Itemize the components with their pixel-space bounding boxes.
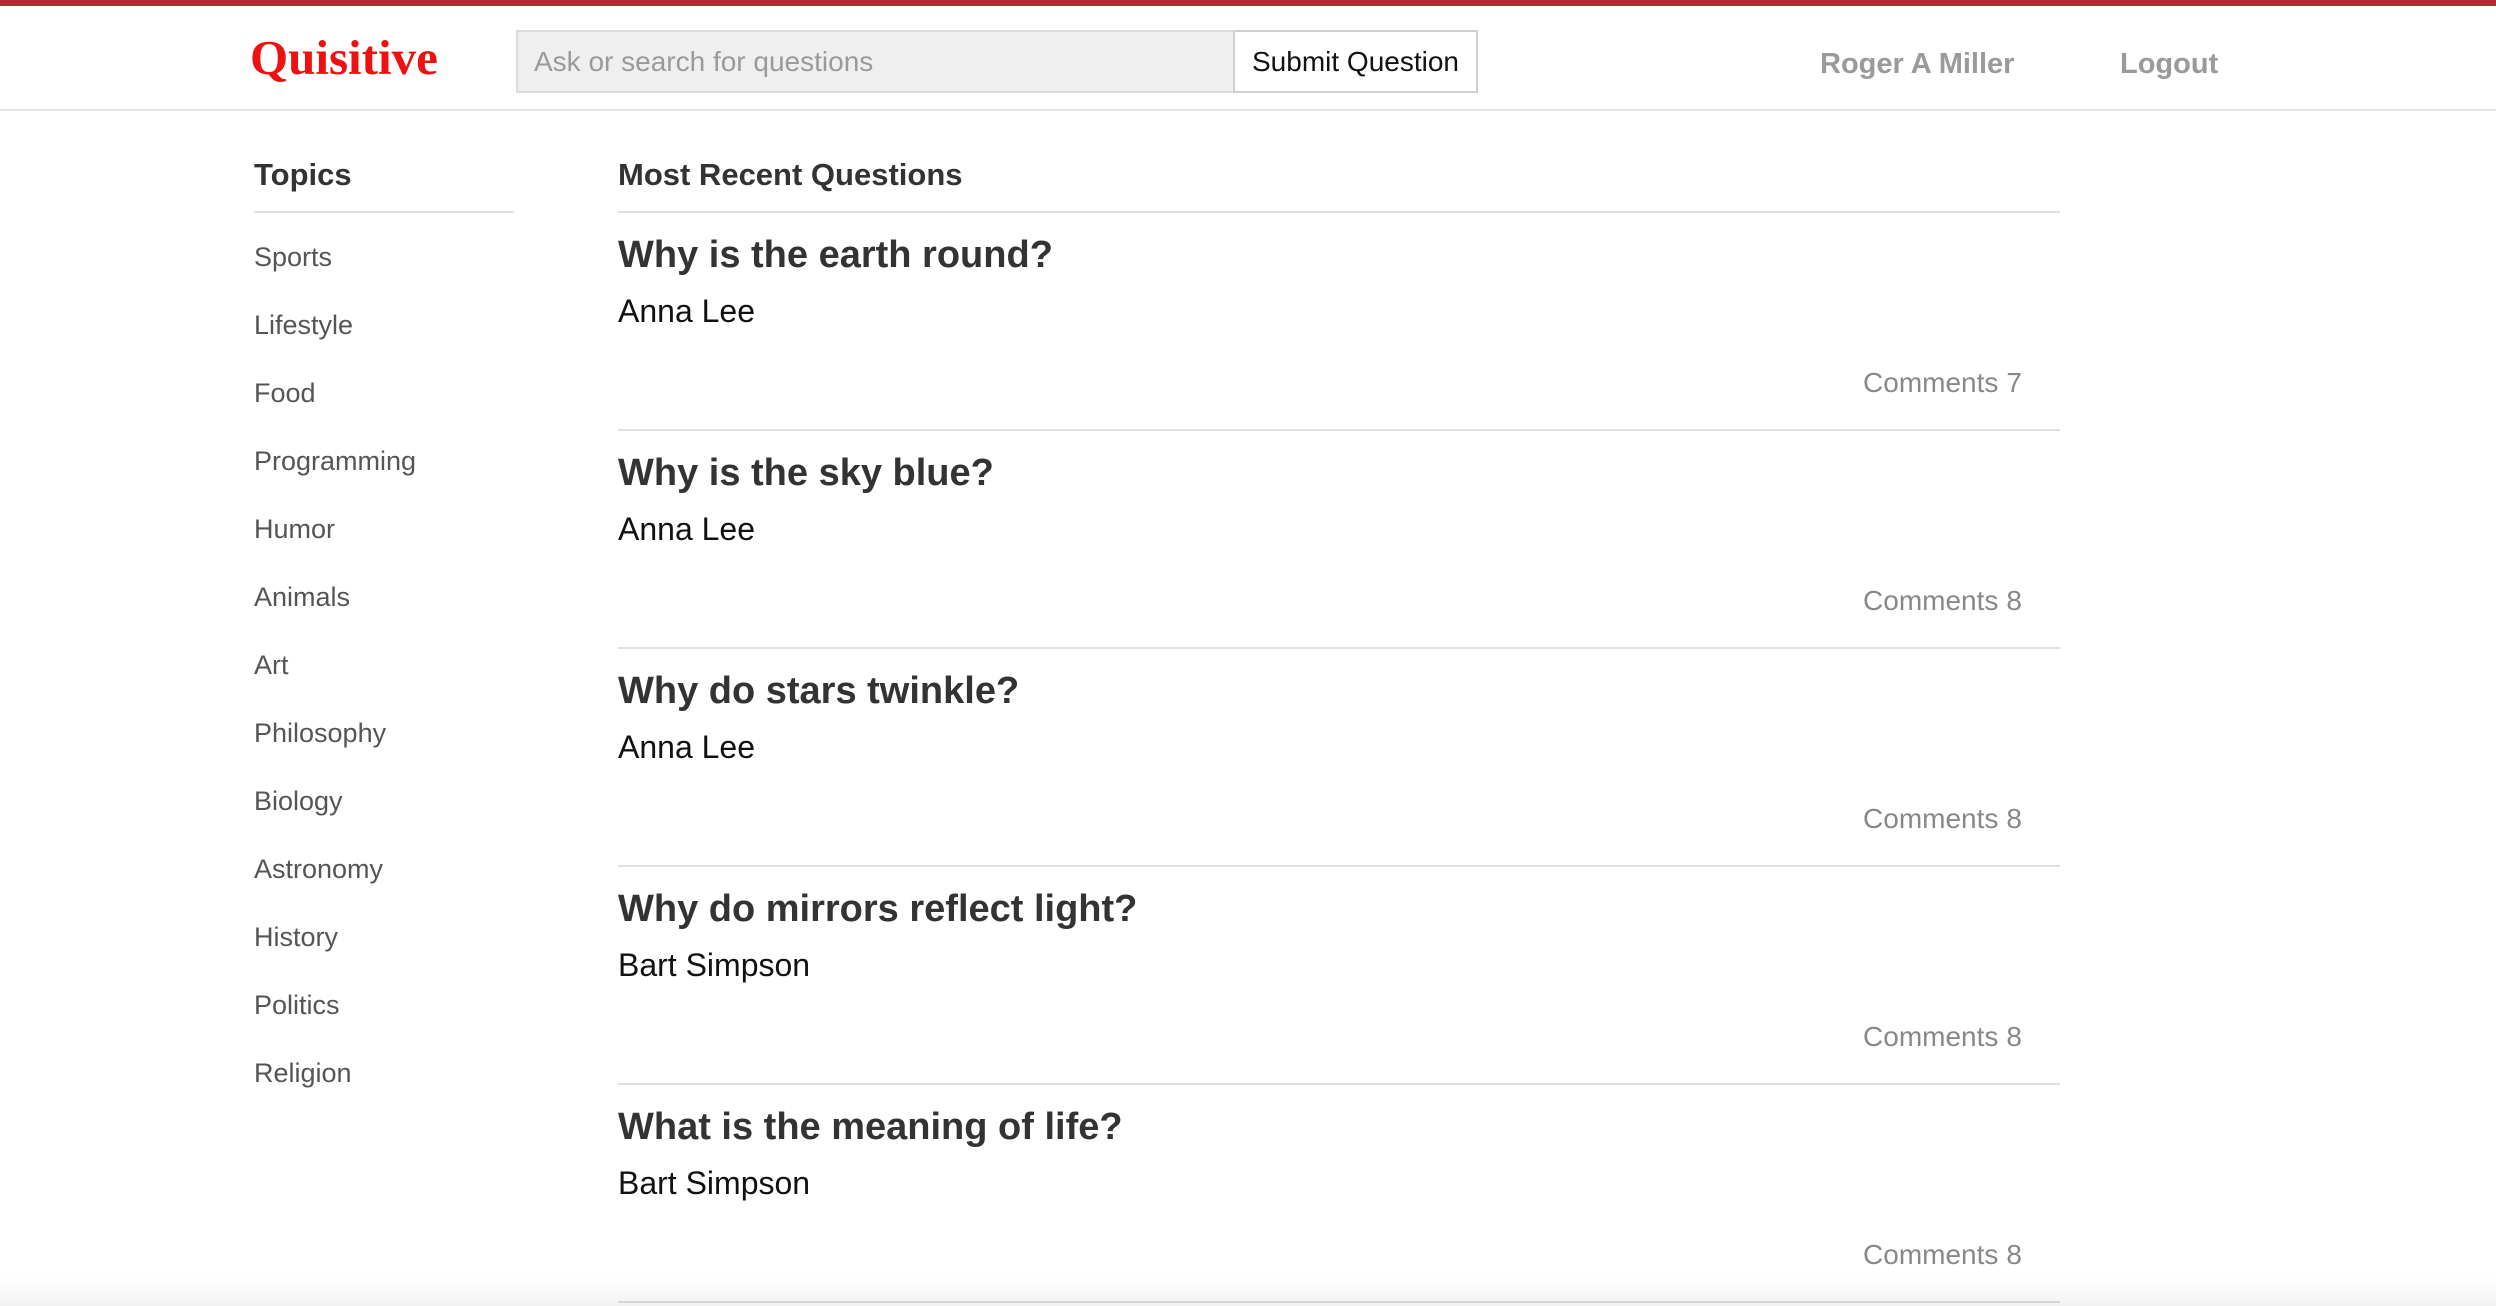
questions-feed: Most Recent Questions Why is the earth r… bbox=[618, 150, 2060, 1303]
topic-item-humor[interactable]: Humor bbox=[254, 505, 514, 573]
comments-label: Comments bbox=[1863, 367, 1999, 398]
topic-item-philosophy[interactable]: Philosophy bbox=[254, 709, 514, 777]
topic-item-biology[interactable]: Biology bbox=[254, 777, 514, 845]
topic-item-art[interactable]: Art bbox=[254, 641, 514, 709]
topic-list: Sports Lifestyle Food Programming Humor … bbox=[254, 213, 514, 1117]
topics-heading: Topics bbox=[254, 150, 514, 213]
question-card: What is the meaning of life? Bart Simpso… bbox=[618, 1085, 2060, 1303]
feed-heading: Most Recent Questions bbox=[618, 150, 2060, 213]
topics-sidebar: Topics Sports Lifestyle Food Programming… bbox=[254, 150, 514, 1117]
question-title[interactable]: Why do stars twinkle? bbox=[618, 667, 1019, 715]
topic-item-religion[interactable]: Religion bbox=[254, 1049, 514, 1117]
question-author: Bart Simpson bbox=[618, 947, 811, 983]
comments-label: Comments bbox=[1863, 585, 1999, 616]
search-input[interactable] bbox=[516, 30, 1234, 93]
comments-count: 7 bbox=[2006, 367, 2022, 398]
brand-logo[interactable]: Quisitive bbox=[250, 28, 438, 88]
comments-link[interactable]: Comments 7 bbox=[1863, 363, 2022, 403]
comments-link[interactable]: Comments 8 bbox=[1863, 581, 2022, 621]
comments-link[interactable]: Comments 8 bbox=[1863, 1235, 2022, 1275]
topic-item-history[interactable]: History bbox=[254, 913, 514, 981]
topic-item-astronomy[interactable]: Astronomy bbox=[254, 845, 514, 913]
question-card: Why do stars twinkle? Anna Lee Comments 8 bbox=[618, 649, 2060, 867]
comments-count: 8 bbox=[2006, 1021, 2022, 1052]
question-author: Anna Lee bbox=[618, 729, 756, 765]
topic-item-lifestyle[interactable]: Lifestyle bbox=[254, 301, 514, 369]
user-name-link[interactable]: Roger A Miller bbox=[1820, 44, 2014, 84]
question-title[interactable]: Why is the earth round? bbox=[618, 231, 1053, 279]
comments-count: 8 bbox=[2006, 803, 2022, 834]
comments-label: Comments bbox=[1863, 1239, 1999, 1270]
top-navbar: Quisitive Submit Question Roger A Miller… bbox=[0, 0, 2496, 111]
submit-question-button[interactable]: Submit Question bbox=[1233, 30, 1478, 93]
comments-label: Comments bbox=[1863, 1021, 1999, 1052]
question-card: Why is the sky blue? Anna Lee Comments 8 bbox=[618, 431, 2060, 649]
question-author: Bart Simpson bbox=[618, 1165, 811, 1201]
comments-link[interactable]: Comments 8 bbox=[1863, 1017, 2022, 1057]
topic-item-politics[interactable]: Politics bbox=[254, 981, 514, 1049]
comments-count: 8 bbox=[2006, 1239, 2022, 1270]
logout-link[interactable]: Logout bbox=[2120, 44, 2218, 84]
topic-item-animals[interactable]: Animals bbox=[254, 573, 514, 641]
comments-count: 8 bbox=[2006, 585, 2022, 616]
question-card: Why do mirrors reflect light? Bart Simps… bbox=[618, 867, 2060, 1085]
question-author: Anna Lee bbox=[618, 293, 756, 329]
topic-item-programming[interactable]: Programming bbox=[254, 437, 514, 505]
topic-item-food[interactable]: Food bbox=[254, 369, 514, 437]
comments-label: Comments bbox=[1863, 803, 1999, 834]
question-author: Anna Lee bbox=[618, 511, 756, 547]
topic-item-sports[interactable]: Sports bbox=[254, 233, 514, 301]
question-title[interactable]: What is the meaning of life? bbox=[618, 1103, 1123, 1151]
comments-link[interactable]: Comments 8 bbox=[1863, 799, 2022, 839]
question-card: Why is the earth round? Anna Lee Comment… bbox=[618, 213, 2060, 431]
question-title[interactable]: Why do mirrors reflect light? bbox=[618, 885, 1137, 933]
question-title[interactable]: Why is the sky blue? bbox=[618, 449, 994, 497]
